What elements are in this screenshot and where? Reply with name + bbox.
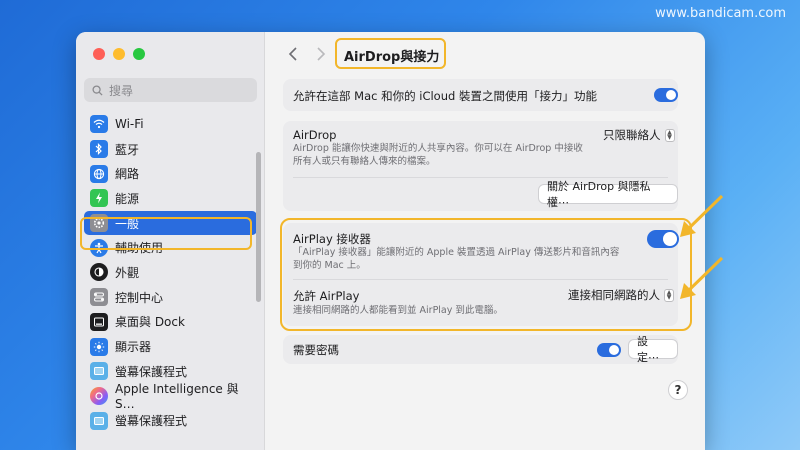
sidebar-item-label: 網路 bbox=[115, 167, 140, 182]
require-password-toggle[interactable] bbox=[597, 343, 621, 357]
sidebar-item-label: 桌面與 Dock bbox=[115, 315, 185, 330]
allow-airplay-select[interactable]: 連接相同網路的人 ▲ ▼ bbox=[568, 287, 674, 303]
sidebar: 搜尋 Wi-Fi 藍牙 網路 能源 一般 輔助使用 外觀 控制中心 桌面與 Do… bbox=[76, 32, 265, 450]
sidebar-item-energy[interactable]: 能源 bbox=[84, 186, 257, 211]
search-input[interactable]: 搜尋 bbox=[84, 78, 257, 102]
password-settings-button[interactable]: 設定⋯ bbox=[628, 335, 678, 364]
allow-airplay-title: 允許 AirPlay bbox=[293, 289, 360, 303]
sidebar-item-desktop-dock[interactable]: 桌面與 Dock bbox=[84, 310, 257, 335]
wifi-icon bbox=[90, 115, 108, 134]
search-placeholder: 搜尋 bbox=[109, 83, 134, 98]
annotation-arrow-1 bbox=[680, 194, 724, 237]
sidebar-item-label: 輔助使用 bbox=[115, 241, 164, 256]
allow-airplay-value: 連接相同網路的人 bbox=[568, 288, 660, 302]
battery-icon bbox=[90, 189, 108, 208]
airdrop-receive-value: 只限聯絡人 bbox=[603, 128, 661, 142]
sidebar-item-label: 螢幕保護程式 bbox=[115, 414, 188, 429]
dock-icon bbox=[90, 312, 108, 331]
sidebar-item-label: Wi-Fi bbox=[115, 117, 144, 132]
sidebar-item-label: 控制中心 bbox=[115, 290, 164, 305]
gear-icon bbox=[90, 214, 108, 233]
handoff-label: 允許在這部 Mac 和你的 iCloud 裝置之間使用「接力」功能 bbox=[293, 89, 597, 103]
allow-airplay-desc: 連接相同網路的人都能看到並 AirPlay 到此電腦。 bbox=[293, 305, 503, 316]
close-button[interactable] bbox=[93, 48, 105, 60]
window-controls bbox=[93, 48, 145, 60]
sidebar-item-label: 一般 bbox=[115, 216, 140, 231]
chevron-updown-icon: ▲ ▼ bbox=[664, 288, 674, 302]
sidebar-list: Wi-Fi 藍牙 網路 能源 一般 輔助使用 外觀 控制中心 桌面與 Dock … bbox=[84, 112, 257, 433]
sidebar-item-label: 螢幕保護程式 bbox=[115, 364, 188, 379]
require-password-label: 需要密碼 bbox=[293, 343, 339, 357]
airdrop-title: AirDrop bbox=[293, 128, 337, 142]
sidebar-item-appearance[interactable]: 外觀 bbox=[84, 260, 257, 285]
help-button[interactable]: ? bbox=[668, 380, 688, 400]
divider bbox=[293, 279, 668, 280]
airplay-receiver-title: AirPlay 接收器 bbox=[293, 232, 371, 246]
chevron-updown-icon: ▲ ▼ bbox=[664, 128, 675, 142]
sidebar-item-screensaver-2[interactable]: 螢幕保護程式 bbox=[84, 408, 257, 433]
airdrop-privacy-button[interactable]: 關於 AirDrop 與隱私權⋯ bbox=[538, 180, 678, 209]
screensaver-icon bbox=[90, 362, 108, 381]
sidebar-item-displays[interactable]: 顯示器 bbox=[84, 334, 257, 359]
sidebar-item-bluetooth[interactable]: 藍牙 bbox=[84, 137, 257, 162]
sidebar-item-network[interactable]: 網路 bbox=[84, 161, 257, 186]
accessibility-icon bbox=[90, 238, 108, 257]
handoff-toggle[interactable] bbox=[654, 88, 678, 102]
airplay-card: AirPlay 接收器 「AirPlay 接收器」能讓附近的 Apple 裝置透… bbox=[283, 223, 679, 326]
settings-window: 搜尋 Wi-Fi 藍牙 網路 能源 一般 輔助使用 外觀 控制中心 桌面與 Do… bbox=[76, 32, 705, 450]
annotation-arrow-2 bbox=[680, 256, 724, 299]
minimize-button[interactable] bbox=[113, 48, 125, 60]
sidebar-item-general[interactable]: 一般 bbox=[84, 210, 257, 236]
screensaver-icon bbox=[90, 411, 108, 430]
airdrop-description-line1: AirDrop 能讓你快速與附近的人共享內容。你可以在 AirDrop 中接收 bbox=[293, 143, 583, 154]
sidebar-item-label: Apple Intelligence 與 S… bbox=[115, 382, 239, 412]
control-center-icon bbox=[90, 288, 108, 307]
sidebar-item-label: 外觀 bbox=[115, 265, 140, 280]
globe-icon bbox=[90, 164, 108, 183]
sidebar-scrollbar[interactable] bbox=[256, 152, 261, 302]
forward-button[interactable] bbox=[316, 47, 326, 61]
display-icon bbox=[90, 337, 108, 356]
toolbar: AirDrop與接力 bbox=[266, 32, 705, 76]
zoom-button[interactable] bbox=[133, 48, 145, 60]
airplay-receiver-desc-line2: 到你的 Mac 上。 bbox=[293, 260, 366, 271]
sidebar-item-apple-intelligence[interactable]: Apple Intelligence 與 S… bbox=[84, 382, 257, 411]
sidebar-item-accessibility[interactable]: 輔助使用 bbox=[84, 235, 257, 260]
handoff-card: 允許在這部 Mac 和你的 iCloud 裝置之間使用「接力」功能 bbox=[283, 79, 678, 111]
password-card: 需要密碼 設定⋯ bbox=[283, 335, 678, 364]
airdrop-receive-select[interactable]: 只限聯絡人 ▲ ▼ bbox=[603, 127, 675, 143]
back-button[interactable] bbox=[288, 47, 298, 61]
appearance-icon bbox=[90, 263, 108, 282]
airdrop-description-line2: 所有人或只有聯絡人傳來的檔案。 bbox=[293, 156, 436, 167]
main-content: AirDrop與接力 允許在這部 Mac 和你的 iCloud 裝置之間使用「接… bbox=[266, 32, 705, 450]
airplay-receiver-desc-line1: 「AirPlay 接收器」能讓附近的 Apple 裝置透過 AirPlay 傳送… bbox=[293, 247, 620, 258]
sidebar-item-wifi[interactable]: Wi-Fi bbox=[84, 112, 257, 137]
sidebar-item-label: 藍牙 bbox=[115, 142, 140, 157]
watermark: www.bandicam.com bbox=[655, 6, 786, 21]
sidebar-item-label: 能源 bbox=[115, 191, 140, 206]
apple-intelligence-icon bbox=[90, 386, 108, 405]
airplay-receiver-toggle[interactable] bbox=[647, 230, 679, 248]
sidebar-item-label: 顯示器 bbox=[115, 340, 152, 355]
airdrop-card: AirDrop AirDrop 能讓你快速與附近的人共享內容。你可以在 AirD… bbox=[283, 121, 678, 211]
sidebar-item-control-center[interactable]: 控制中心 bbox=[84, 285, 257, 310]
page-title: AirDrop與接力 bbox=[344, 50, 440, 65]
bluetooth-icon bbox=[90, 140, 108, 159]
search-icon bbox=[92, 84, 103, 96]
